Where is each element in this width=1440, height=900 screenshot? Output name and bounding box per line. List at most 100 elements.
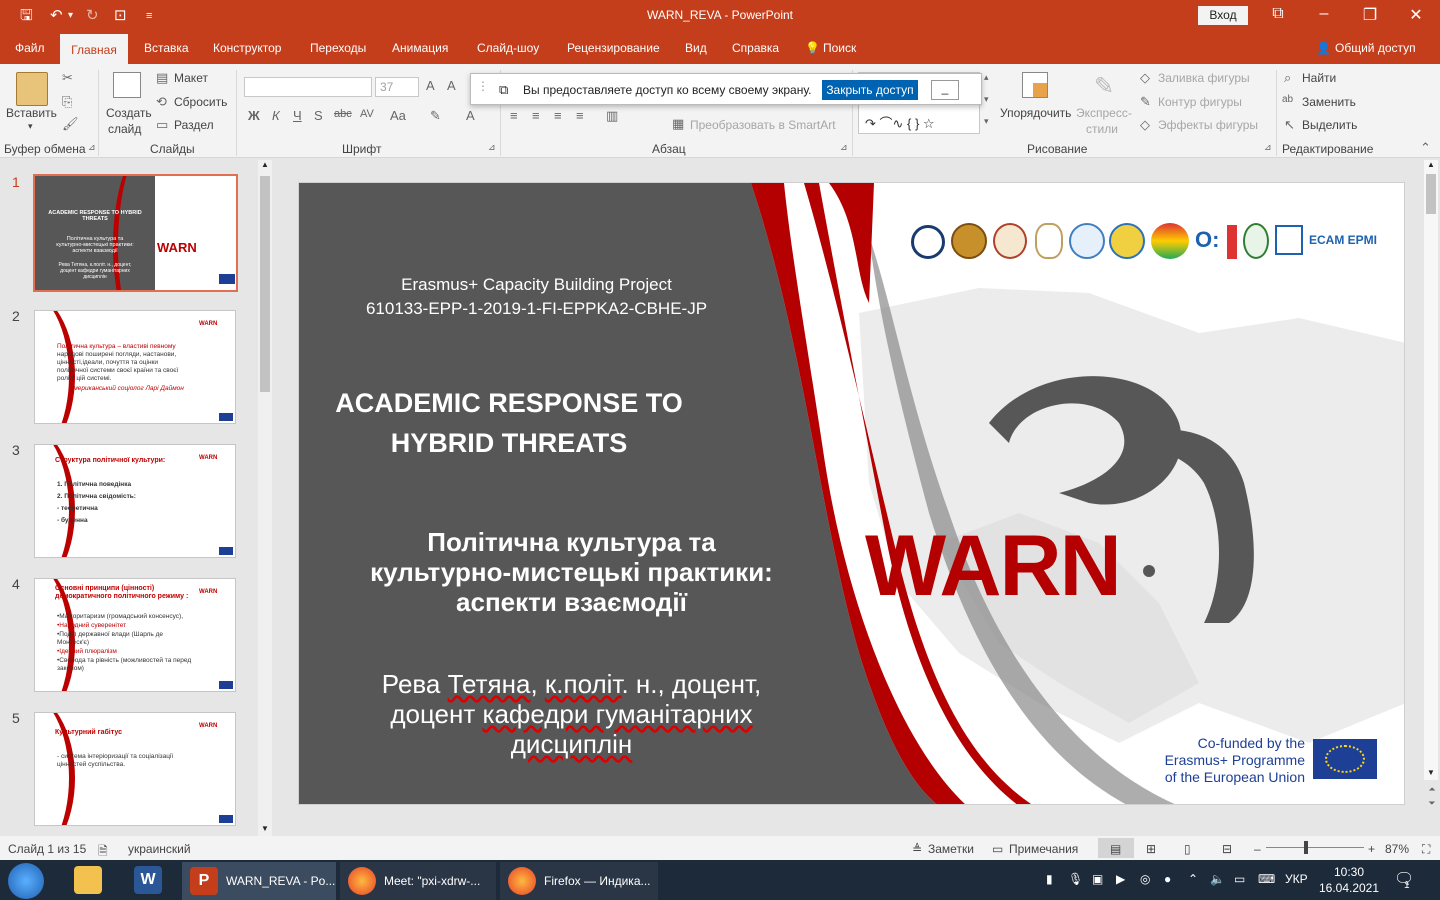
zoom-slider[interactable] — [1266, 847, 1364, 848]
new-slide-button[interactable]: Создать — [106, 106, 152, 120]
share-button[interactable]: Общий доступ — [1335, 41, 1416, 55]
paragraph-launcher-icon[interactable]: ⊿ — [840, 142, 848, 153]
shadow-icon[interactable]: S — [314, 108, 323, 123]
replace-icon[interactable]: ab — [1282, 94, 1293, 105]
taskbar-meet[interactable]: Meet: "pxi-xdrw-... — [340, 862, 496, 900]
usb-icon[interactable]: ▮ — [1046, 872, 1053, 886]
zoom-slider-thumb[interactable] — [1304, 841, 1308, 854]
slide-thumbnail-3[interactable]: WARN Структура політичної культури: 1. П… — [34, 444, 236, 558]
scroll-up-icon[interactable]: ▲ — [261, 160, 269, 169]
reset-icon[interactable]: ⟲ — [156, 94, 167, 110]
slide-thumbnail-1[interactable]: ACADEMIC RESPONSE TO HYBRID THREATS Полі… — [33, 174, 238, 292]
reading-view-icon[interactable]: ▯ — [1184, 842, 1191, 856]
new-slide-icon[interactable] — [113, 72, 141, 98]
justify-icon[interactable]: ≡ — [576, 108, 584, 123]
arrange-button[interactable]: Упорядочить — [1000, 106, 1071, 120]
scroll-down-icon[interactable]: ▼ — [261, 824, 269, 833]
gallery-down-icon[interactable]: ▾ — [984, 94, 989, 105]
cut-icon[interactable]: ✂ — [62, 70, 73, 86]
grow-font-icon[interactable]: A — [426, 78, 435, 93]
teams-icon[interactable]: ▣ — [1092, 872, 1103, 886]
new-slide-label2[interactable]: слайд — [108, 122, 141, 136]
gallery-up-icon[interactable]: ▴ — [984, 72, 989, 83]
word-icon[interactable]: W — [134, 866, 162, 894]
tab-slideshow[interactable]: Слайд-шоу — [477, 41, 539, 55]
volume-icon[interactable]: 🔈 — [1210, 872, 1225, 886]
paste-dropdown-icon[interactable]: ▾ — [28, 121, 33, 132]
clock[interactable]: 10:30 16.04.2021 — [1318, 864, 1380, 896]
minimize-icon[interactable]: – — [1314, 5, 1334, 23]
zoom-out-icon[interactable]: – — [1254, 842, 1261, 856]
scroll-thumb[interactable] — [260, 176, 270, 392]
font-name-combo[interactable] — [244, 77, 372, 97]
section-button[interactable]: Раздел — [174, 118, 214, 132]
replace-button[interactable]: Заменить — [1302, 95, 1356, 109]
effects-icon[interactable]: ◇ — [1140, 117, 1150, 133]
find-button[interactable]: Найти — [1302, 71, 1336, 85]
select-icon[interactable]: ↖ — [1284, 117, 1295, 133]
italic-icon[interactable]: К — [272, 108, 280, 123]
gallery-more-icon[interactable]: ▾ — [984, 116, 989, 127]
login-button[interactable]: Вход — [1198, 6, 1248, 25]
close-icon[interactable]: ✕ — [1406, 5, 1426, 25]
spacing-icon[interactable]: AV — [360, 108, 374, 120]
paste-button[interactable]: Вставить — [6, 106, 57, 120]
tab-insert[interactable]: Вставка — [144, 41, 189, 55]
shape-effects-button[interactable]: Эффекты фигуры — [1158, 118, 1258, 132]
smartart-icon[interactable]: ▦ — [672, 116, 684, 132]
tab-review[interactable]: Рецензирование — [567, 41, 660, 55]
font-launcher-icon[interactable]: ⊿ — [488, 142, 496, 153]
show-hidden-icon[interactable]: ⌃ — [1188, 872, 1198, 886]
thumbnail-scrollbar[interactable]: ▲ ▼ — [258, 160, 272, 836]
collapse-ribbon-icon[interactable]: ⌃ — [1420, 140, 1431, 156]
app-tray-icon[interactable]: ◎ — [1140, 872, 1150, 886]
strikethrough-icon[interactable]: abc — [334, 108, 352, 120]
quick-styles-icon[interactable]: ✎ — [1094, 72, 1114, 101]
camera-icon[interactable]: ▶ — [1116, 872, 1125, 886]
network-icon[interactable]: ▭ — [1234, 872, 1245, 886]
section-icon[interactable]: ▭ — [156, 117, 168, 133]
taskbar-powerpoint[interactable]: P WARN_REVA - Po... — [182, 862, 336, 900]
taskbar-firefox[interactable]: Firefox — Индика... — [500, 862, 658, 900]
fit-slide-icon[interactable]: ⛶ — [1422, 842, 1430, 857]
file-explorer-icon[interactable] — [74, 866, 102, 894]
editor-scroll-thumb[interactable] — [1426, 174, 1436, 214]
font-size-combo[interactable]: 37 — [375, 77, 419, 97]
format-painter-icon[interactable]: 🖌 — [62, 116, 79, 132]
editor-scroll-up-icon[interactable]: ▲ — [1427, 160, 1435, 169]
highlight-icon[interactable]: ✎ — [430, 108, 441, 124]
shrink-font-icon[interactable]: A — [447, 78, 456, 93]
reset-button[interactable]: Сбросить — [174, 95, 227, 109]
slide-thumbnail-4[interactable]: WARN Основні принципи (цінності) демокра… — [34, 578, 236, 692]
editor-scrollbar[interactable]: ▲ ▼ — [1424, 160, 1438, 780]
change-case-icon[interactable]: Aa — [390, 108, 406, 123]
shape-outline-button[interactable]: Контур фигуры — [1158, 95, 1242, 109]
quick-styles-label2[interactable]: стили — [1086, 122, 1118, 136]
quick-styles-button[interactable]: Экспресс- — [1076, 106, 1132, 120]
restore-icon[interactable]: ❐ — [1360, 5, 1380, 25]
smartart-button[interactable]: Преобразовать в SmartArt — [690, 118, 836, 132]
tab-search[interactable]: Поиск — [823, 41, 856, 55]
zoom-level[interactable]: 87% — [1385, 842, 1409, 856]
notes-icon[interactable]: ≜ — [912, 842, 922, 856]
layout-button[interactable]: Макет — [174, 71, 208, 85]
banner-minimize-button[interactable]: _ — [931, 80, 959, 100]
font-color-icon[interactable]: A — [466, 108, 475, 123]
tab-file[interactable]: Файл — [15, 41, 45, 55]
align-left-icon[interactable]: ≡ — [510, 108, 518, 123]
paste-icon[interactable] — [16, 72, 48, 106]
clipboard-launcher-icon[interactable]: ⊿ — [88, 142, 96, 153]
arrange-icon[interactable] — [1022, 72, 1048, 98]
keyboard-icon[interactable]: ⌨ — [1258, 872, 1275, 886]
antivirus-icon[interactable]: ● — [1164, 872, 1171, 886]
layout-icon[interactable]: ▤ — [156, 70, 168, 86]
comments-icon[interactable]: ▭ — [992, 842, 1003, 856]
find-icon[interactable]: ⌕ — [1284, 70, 1291, 86]
select-button[interactable]: Выделить — [1302, 118, 1357, 132]
prev-next-slide[interactable]: ⏶ ⏷ — [1426, 782, 1438, 828]
language-indicator[interactable]: украинский — [128, 842, 191, 856]
mic-icon[interactable]: 🎙 — [1068, 872, 1083, 886]
slide-thumbnail-5[interactable]: WARN Культурний габітус - система інтері… — [34, 712, 236, 826]
shape-fill-button[interactable]: Заливка фигуры — [1158, 71, 1250, 85]
editor-scroll-down-icon[interactable]: ▼ — [1427, 768, 1435, 777]
